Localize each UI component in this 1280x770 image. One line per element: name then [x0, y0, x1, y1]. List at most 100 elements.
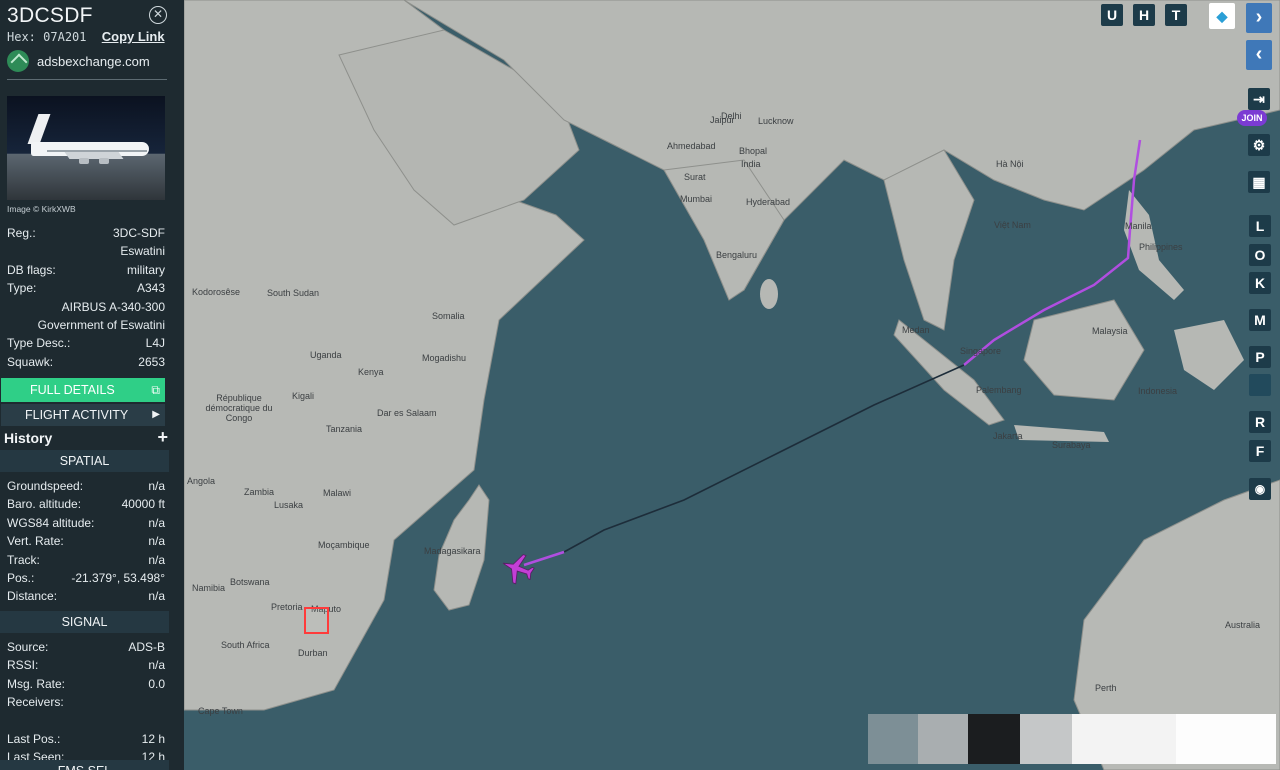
login-icon[interactable]: ⇥ [1248, 88, 1270, 110]
spatial-row: Groundspeed: n/a [7, 477, 165, 495]
join-badge[interactable]: JOIN [1237, 110, 1267, 126]
spatial-label: Pos.: [7, 570, 35, 585]
copy-link-button[interactable]: Copy Link [102, 29, 165, 44]
spatial-label: Track: [7, 552, 40, 567]
map-place-label: Somalia [432, 311, 465, 321]
map-place-label: Malawi [323, 488, 352, 498]
app-root: 3DCSDF ✕ Hex: 07A201 Copy Link adsbexcha… [0, 0, 1280, 770]
fms-sel-header: FMS SEL [0, 760, 169, 770]
map-place-label: Hà Nội [996, 159, 1024, 169]
gear-icon[interactable]: ⚙ [1248, 134, 1270, 156]
map-place-label: Singapore [960, 346, 1002, 356]
close-icon[interactable]: ✕ [149, 6, 167, 24]
photo-wing [64, 152, 124, 159]
spatial-value: n/a [148, 515, 165, 530]
spatial-value: 40000 ft [121, 497, 165, 512]
spatial-label: Vert. Rate: [7, 534, 64, 549]
detail-row: Eswatini [7, 242, 165, 260]
map-place-label: Jakarta [993, 431, 1023, 441]
stats-icon[interactable]: ▦ [1248, 171, 1270, 193]
collapse-left-icon[interactable]: ‹ [1246, 40, 1272, 70]
map-place-label: Angola [187, 476, 216, 486]
selected-location-marker[interactable] [304, 607, 329, 634]
scale-box [1072, 714, 1176, 764]
plus-icon[interactable]: + [157, 427, 168, 447]
photo-engine [79, 158, 89, 164]
photo-tail [27, 114, 51, 144]
toggle-f-button[interactable]: F [1249, 440, 1271, 462]
signal-row [7, 712, 165, 730]
map-view[interactable]: Delhi Jaipur Lucknow Ahmedabad Bhopal India Su… [184, 0, 1280, 770]
map-place-label: Australia [1225, 620, 1261, 630]
map-place-label: South Sudan [267, 288, 320, 298]
aircraft-photo[interactable] [7, 96, 165, 200]
signal-row: RSSI: n/a [7, 656, 165, 674]
divider [7, 79, 167, 80]
adsbexchange-logo-icon [7, 50, 29, 72]
signal-row: Source: ADS-B [7, 638, 165, 656]
map-place-label: Mumbai [680, 194, 713, 204]
signal-row: Last Pos.: 12 h [7, 730, 165, 748]
spatial-details: Groundspeed: n/a Baro. altitude: 40000 ft WG… [7, 477, 165, 606]
map-place-label: Bhopal [739, 146, 768, 156]
map-place-label: Kigali [292, 391, 315, 401]
detail-row: AIRBUS A-340-300 [7, 298, 165, 316]
toggle-r-button[interactable]: R [1249, 411, 1271, 433]
map-place-label: Bengaluru [716, 250, 758, 260]
toggle-o-button[interactable]: O [1249, 244, 1271, 266]
map-place-label: Malaysia [1092, 326, 1128, 336]
map-place-label: Botswana [230, 577, 270, 587]
signal-label: Msg. Rate: [7, 676, 66, 691]
expand-right-icon[interactable]: › [1246, 3, 1272, 33]
spatial-label: WGS84 altitude: [7, 515, 95, 530]
scale-box [1176, 714, 1276, 764]
detail-value: Eswatini [120, 244, 165, 259]
map-place-label: Madagasikara [424, 546, 481, 556]
aircraft-icon[interactable] [500, 550, 538, 588]
layers-icon[interactable]: ◆ [1209, 3, 1235, 29]
aircraft-details: Reg.: 3DC-SDF Eswatini DB flags: military Typ… [7, 224, 165, 371]
replay-icon[interactable]: ◉ [1249, 478, 1271, 500]
toggle-m-button[interactable]: M [1249, 309, 1271, 331]
signal-details: Source: ADS-B RSSI: n/a Msg. Rate: 0.0 Receive… [7, 638, 165, 767]
map-place-label: Jaipur [710, 115, 735, 125]
map-place-label: Surabaya [1052, 440, 1091, 450]
toggle-h-button[interactable]: H [1133, 4, 1155, 26]
toggle-l-button[interactable]: L [1249, 215, 1271, 237]
map-place-label: Zambia [244, 487, 275, 497]
full-details-button[interactable]: FULL DETAILS ⧉ [1, 378, 165, 402]
map-place-label: Việt Nam [994, 220, 1031, 230]
signal-value: n/a [148, 658, 165, 673]
detail-value: L4J [145, 336, 165, 351]
toggle-blank-button[interactable] [1249, 374, 1271, 396]
toggle-t-button[interactable]: T [1165, 4, 1187, 26]
hex-row: Hex: 07A201 Copy Link [7, 29, 177, 44]
map-place-label: India [741, 159, 761, 169]
detail-row: Government of Eswatini [7, 316, 165, 334]
toggle-k-button[interactable]: K [1249, 272, 1271, 294]
flight-activity-button[interactable]: FLIGHT ACTIVITY ▶ [1, 404, 165, 426]
site-link[interactable]: adsbexchange.com [7, 50, 177, 72]
spatial-label: Distance: [7, 589, 58, 604]
spatial-label: Baro. altitude: [7, 497, 82, 512]
map-place-label: Moçambique [318, 540, 370, 550]
detail-row: DB flags: military [7, 261, 165, 279]
history-toggle[interactable]: History + [4, 427, 168, 448]
map-place-label: Philippines [1139, 242, 1183, 252]
map-place-label: Indonesia [1138, 386, 1178, 396]
chevron-right-icon: ▶ [152, 409, 160, 420]
spatial-row: WGS84 altitude: n/a [7, 514, 165, 532]
toggle-u-button[interactable]: U [1101, 4, 1123, 26]
detail-row: Reg.: 3DC-SDF [7, 224, 165, 242]
map-place-label: Medan [902, 325, 930, 335]
spatial-value: n/a [148, 552, 165, 567]
map-place-label: Perth [1095, 683, 1117, 693]
external-link-icon: ⧉ [151, 383, 160, 397]
spatial-value: -21.379°, 53.498° [71, 570, 165, 585]
map-place-label: Tanzania [326, 424, 363, 434]
signal-header: SIGNAL [0, 611, 169, 633]
map-place-label: République démocratique du Congo [205, 393, 273, 423]
toggle-p-button[interactable]: P [1249, 346, 1271, 368]
map-place-label: Palembang [976, 385, 1022, 395]
signal-row: Msg. Rate: 0.0 [7, 675, 165, 693]
